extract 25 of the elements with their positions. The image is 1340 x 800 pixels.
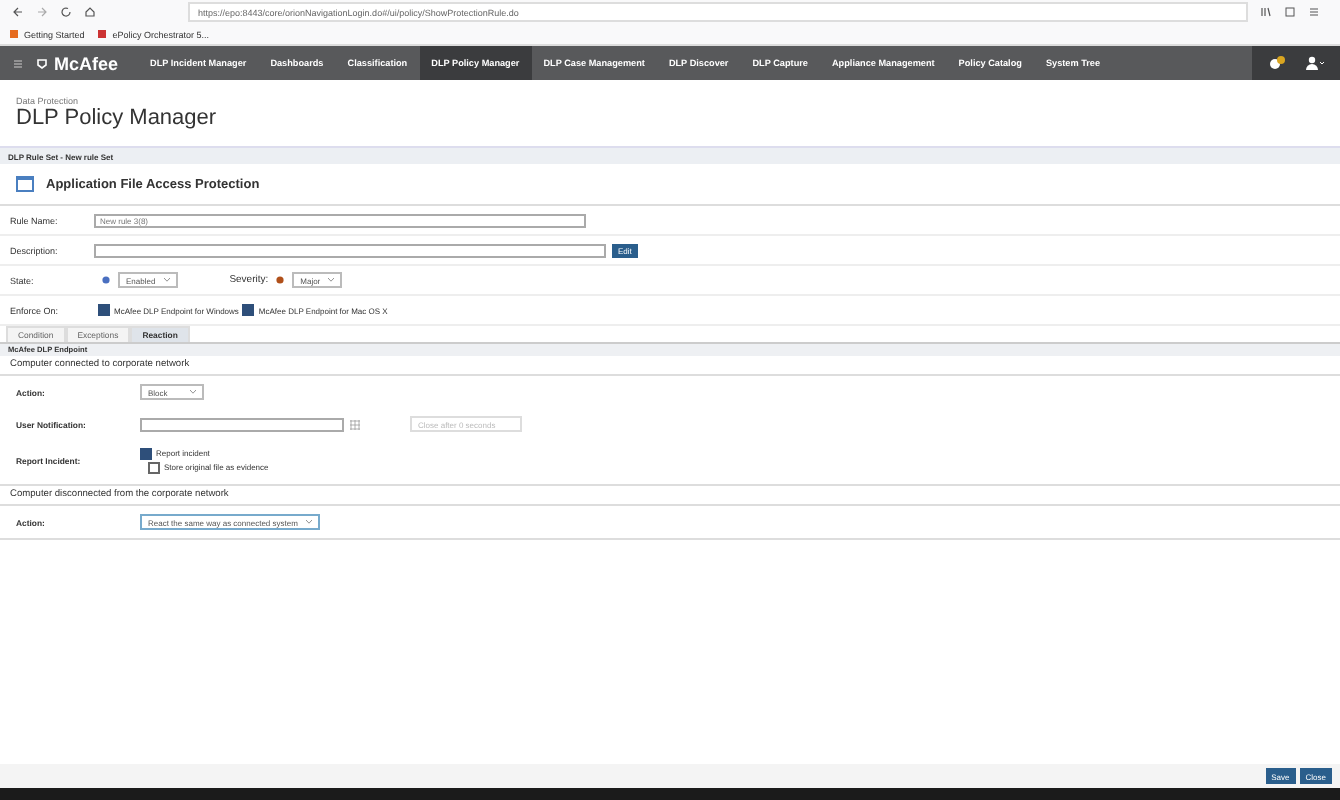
caret-icon [328,278,335,282]
user-icon[interactable] [1306,56,1324,70]
shield-icon [36,57,48,69]
checkbox[interactable] [98,304,110,316]
bookmark-icon [96,28,109,40]
home-icon[interactable] [84,6,96,18]
logo-text: McAfee [54,53,119,73]
caret-icon [163,278,170,282]
library-icon[interactable] [1260,6,1272,18]
sidebar-icon[interactable] [1284,6,1296,18]
back-icon[interactable] [12,6,24,18]
bookmark-icon [8,28,20,40]
checkbox[interactable] [242,304,255,316]
window-icon [16,176,34,192]
description-field[interactable] [94,243,606,257]
checkbox[interactable] [148,461,160,473]
severity-dot-icon [276,276,285,284]
reload-icon[interactable] [60,6,72,18]
notification-icon[interactable] [1268,54,1286,72]
caret-icon [190,390,196,394]
state-dot-icon [102,276,110,284]
caret-icon [305,520,312,524]
checkbox[interactable] [140,447,152,459]
notification-field[interactable] [140,417,344,431]
page-title: DLP Policy Manager [16,106,219,130]
